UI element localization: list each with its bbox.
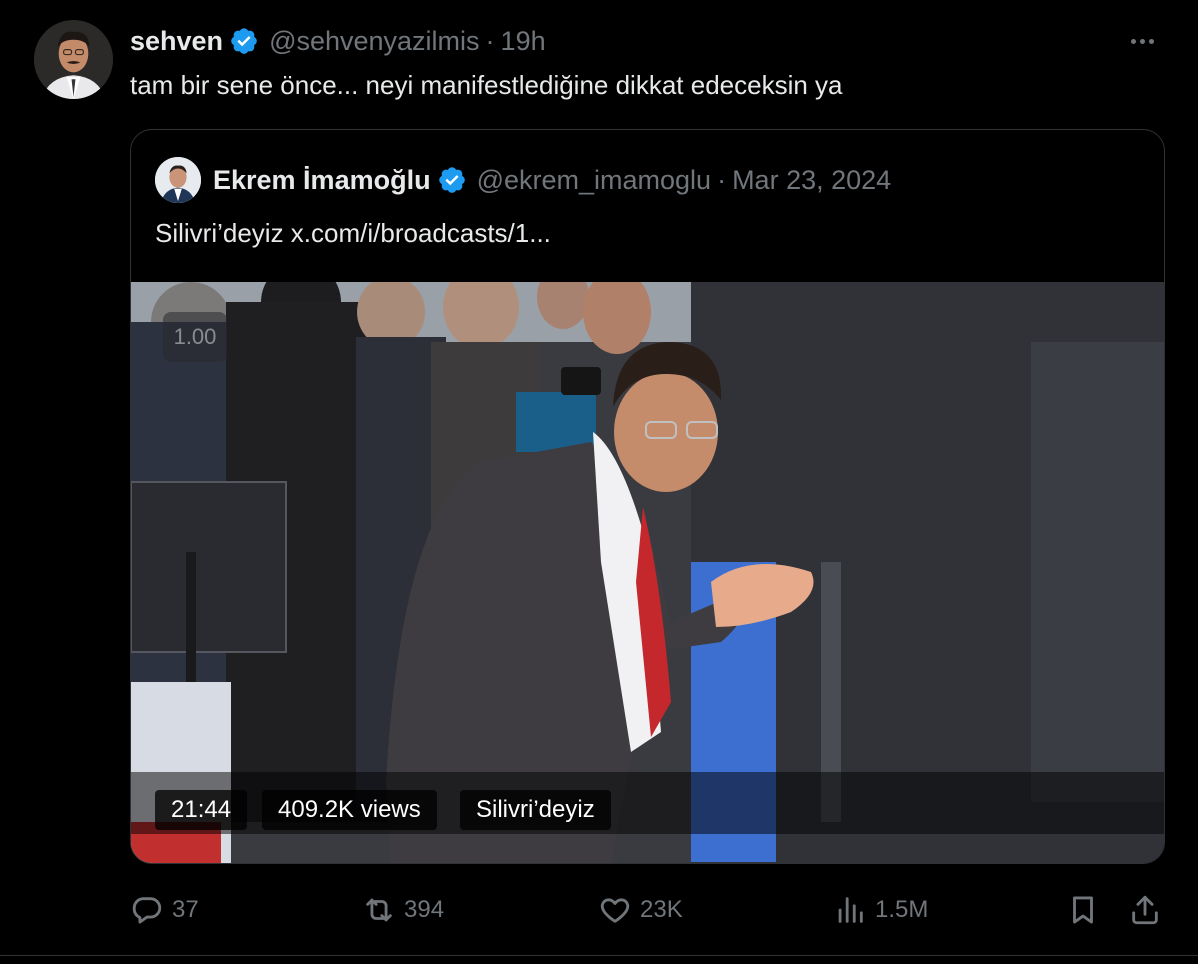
quoted-tweet-date: Mar 23, 2024 <box>732 164 892 195</box>
share-icon <box>1132 895 1158 925</box>
video-title: Silivri’deyiz <box>460 790 611 830</box>
reply-button[interactable]: 37 <box>130 888 199 932</box>
author-display-name[interactable]: sehven <box>130 26 223 57</box>
repost-icon <box>366 898 392 922</box>
author-handle[interactable]: @sehvenyazilmis <box>269 26 479 57</box>
video-view-count: 409.2K views <box>262 790 437 830</box>
playback-speed-badge[interactable]: 1.00 <box>163 312 227 362</box>
tweet-header: sehven @sehvenyazilmis · 19h <box>130 22 546 60</box>
share-button[interactable] <box>1128 888 1162 932</box>
repost-count: 394 <box>404 896 445 923</box>
like-count: 23K <box>640 896 683 923</box>
quoted-tweet-card[interactable]: Ekrem İmamoğlu @ekrem_imamoglu · Mar 23,… <box>130 129 1165 864</box>
tweet-text: tam bir sene önce... neyi manifestlediği… <box>130 70 843 100</box>
analytics-icon <box>838 897 863 923</box>
view-count: 1.5M <box>875 896 929 923</box>
quoted-author-handle: @ekrem_imamoglu <box>476 164 712 195</box>
verified-badge-icon <box>437 165 467 195</box>
like-button[interactable]: 23K <box>598 888 683 932</box>
video-duration: 21:44 <box>155 790 248 830</box>
divider <box>0 955 1198 956</box>
video-info-bar: 21:44 409.2K views Silivri’deyiz <box>131 772 1164 834</box>
separator-dot: · <box>485 25 495 56</box>
separator-dot: · <box>717 164 727 195</box>
bookmark-icon <box>1073 896 1093 924</box>
views-button[interactable]: 1.5M <box>833 888 928 932</box>
verified-badge-icon <box>229 26 259 56</box>
more-options-icon[interactable] <box>1122 24 1162 58</box>
tweet-timestamp[interactable]: 19h <box>501 26 546 57</box>
quoted-author-display-name: Ekrem İmamoğlu <box>213 164 431 195</box>
bookmark-button[interactable] <box>1066 888 1100 932</box>
video-player[interactable]: 1.00 21:44 409.2K views Silivri’deyiz <box>131 282 1164 863</box>
quoted-author-avatar <box>155 157 201 203</box>
quoted-tweet-header: Ekrem İmamoğlu @ekrem_imamoglu · Mar 23,… <box>155 156 891 204</box>
reply-count: 37 <box>172 896 199 923</box>
tweet[interactable]: sehven @sehvenyazilmis · 19h tam bir sen… <box>0 0 1198 964</box>
author-avatar[interactable] <box>34 20 113 99</box>
quoted-tweet-text: Silivri’deyiz x.com/i/broadcasts/1... <box>155 218 551 248</box>
reply-icon <box>132 897 162 924</box>
heart-icon <box>600 898 630 923</box>
repost-button[interactable]: 394 <box>362 888 444 932</box>
tweet-actions: 37 394 23K 1.5M <box>130 888 1165 932</box>
